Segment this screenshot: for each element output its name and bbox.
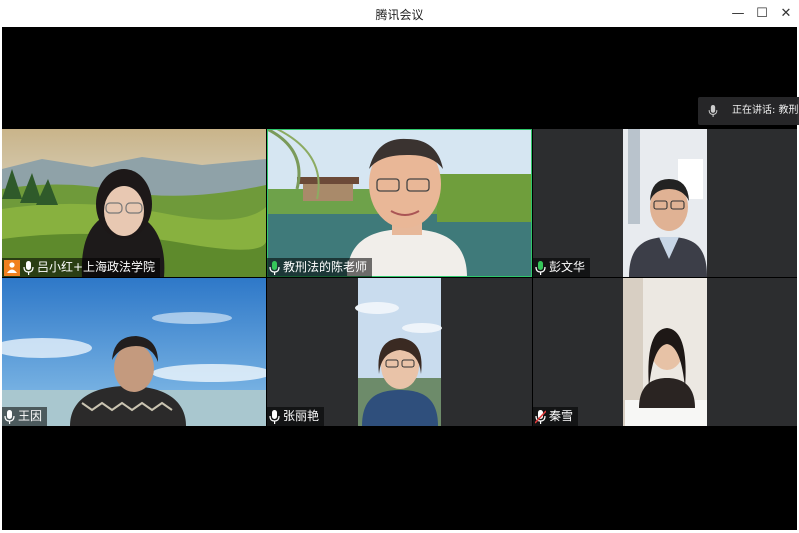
mic-muted-icon bbox=[535, 409, 546, 424]
close-icon: ✕ bbox=[780, 5, 792, 21]
mic-icon bbox=[269, 260, 280, 275]
video-feed bbox=[2, 278, 266, 426]
video-tile-4[interactable]: 王因 bbox=[2, 278, 266, 426]
participant-name: 吕小红+上海政法学院 bbox=[37, 260, 156, 274]
video-feed bbox=[267, 129, 532, 277]
video-tile-1[interactable]: 吕小红+上海政法学院 bbox=[2, 129, 266, 277]
window-title: 腾讯会议 bbox=[375, 8, 424, 22]
participant-name: 张丽艳 bbox=[283, 409, 320, 423]
mic-icon bbox=[708, 105, 718, 117]
mic-icon bbox=[535, 260, 546, 275]
video-tile-5[interactable]: 张丽艳 bbox=[267, 278, 532, 426]
participant-name: 彭文华 bbox=[549, 260, 586, 274]
maximize-icon: ☐ bbox=[756, 5, 768, 21]
close-button[interactable]: ✕ bbox=[772, 3, 799, 23]
participant-name: 秦雪 bbox=[549, 409, 574, 423]
participant-nameplate: 教刑法的陈老师 bbox=[267, 258, 373, 277]
video-tile-3[interactable]: 彭文华 bbox=[533, 129, 797, 277]
video-tile-6[interactable]: 秦雪 bbox=[533, 278, 797, 426]
participant-nameplate: 彭文华 bbox=[533, 258, 591, 277]
title-bar: 腾讯会议 — ☐ ✕ bbox=[0, 0, 799, 27]
video-feed bbox=[623, 129, 707, 277]
person-icon bbox=[4, 259, 20, 276]
mic-icon bbox=[4, 409, 15, 424]
video-feed bbox=[623, 278, 707, 426]
participant-nameplate: 吕小红+上海政法学院 bbox=[2, 258, 161, 277]
mic-icon bbox=[23, 260, 34, 275]
participant-nameplate: 秦雪 bbox=[533, 407, 579, 426]
participant-name: 王因 bbox=[18, 409, 43, 423]
active-speaker-indicator: 正在讲话: 教刑 bbox=[698, 97, 799, 125]
video-tile-2[interactable]: 教刑法的陈老师 bbox=[267, 129, 532, 277]
video-feed bbox=[355, 278, 442, 426]
participant-nameplate: 张丽艳 bbox=[267, 407, 325, 426]
participant-name: 教刑法的陈老师 bbox=[283, 260, 368, 274]
video-stage: 吕小红+上海政法学院 教刑法的陈老师 彭文华 王因 张丽艳 秦雪 bbox=[2, 27, 797, 530]
minimize-icon: — bbox=[731, 5, 745, 21]
participant-nameplate: 王因 bbox=[2, 407, 48, 426]
mic-icon bbox=[269, 409, 280, 424]
video-feed bbox=[2, 129, 266, 277]
active-speaker-label: 正在讲话: 教刑 bbox=[732, 105, 799, 116]
